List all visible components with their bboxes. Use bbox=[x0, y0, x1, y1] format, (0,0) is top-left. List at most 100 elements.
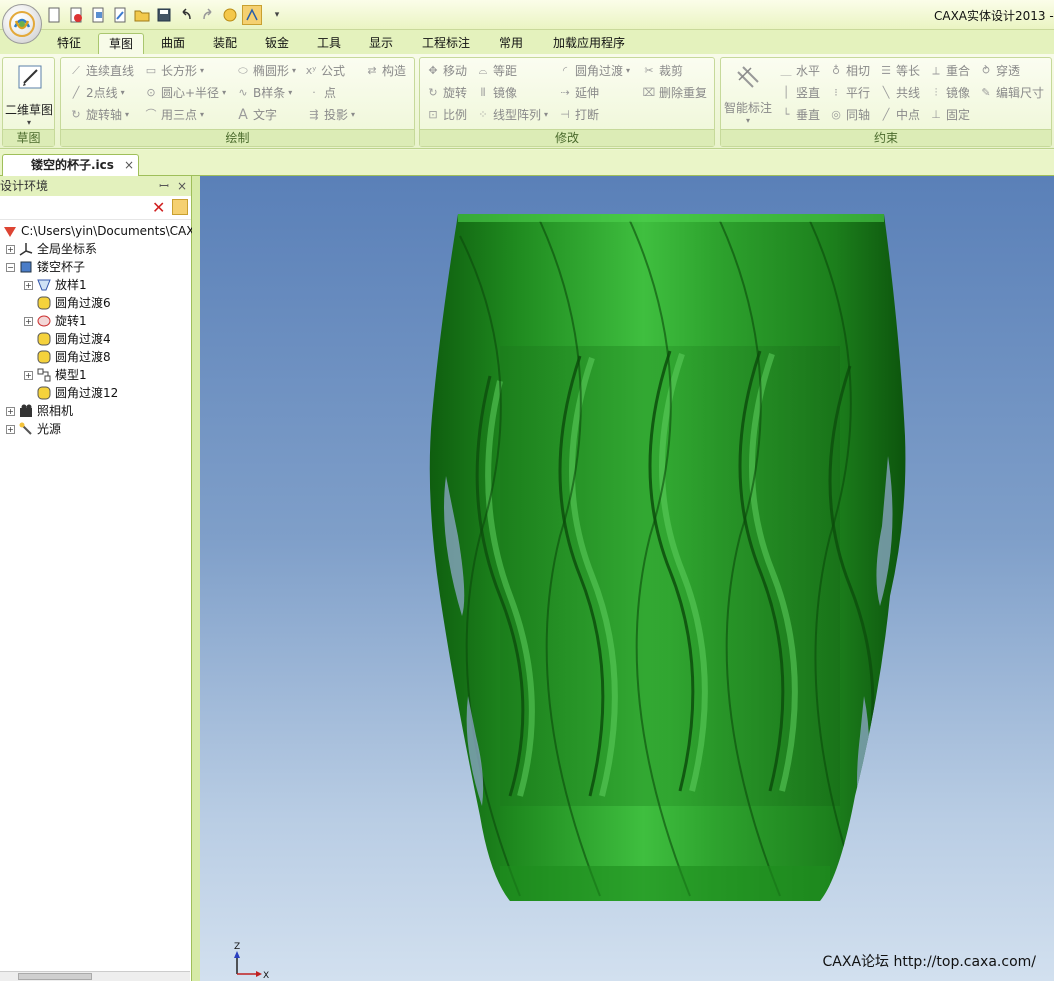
mirror-constraint-button[interactable]: ⫶ 镜像 bbox=[929, 83, 970, 103]
tab-display[interactable]: 显示 bbox=[360, 33, 402, 54]
scrollbar-thumb[interactable] bbox=[18, 973, 92, 980]
expand-icon[interactable]: + bbox=[6, 406, 15, 416]
new-drawing-icon[interactable] bbox=[88, 5, 108, 25]
expand-icon[interactable]: + bbox=[6, 244, 15, 254]
collinear-button[interactable]: ╲ 共线 bbox=[879, 83, 920, 103]
tab-common[interactable]: 常用 bbox=[490, 33, 532, 54]
regenerate-icon[interactable] bbox=[220, 5, 240, 25]
point-button[interactable]: · 点 bbox=[307, 83, 336, 103]
project-button[interactable]: ⇶ 投影 ▾ bbox=[307, 105, 355, 125]
close-panel-icon[interactable]: × bbox=[177, 179, 187, 193]
tree-item[interactable]: 圆角过渡6 bbox=[36, 294, 111, 312]
parallel-icon: ⁝ bbox=[834, 86, 838, 99]
tab-addins[interactable]: 加载应用程序 bbox=[544, 33, 634, 54]
concentric-button[interactable]: ◎ 同轴 bbox=[829, 105, 870, 125]
tree-item[interactable]: 圆角过渡8 bbox=[36, 348, 111, 366]
midpoint-button[interactable]: ╱ 中点 bbox=[879, 105, 920, 125]
expand-icon[interactable]: + bbox=[24, 316, 33, 326]
collapse-icon[interactable]: − bbox=[6, 262, 15, 272]
tree-item[interactable]: + 旋转1 bbox=[24, 312, 87, 330]
2d-sketch-button[interactable]: 二维草图 ▾ bbox=[3, 62, 55, 127]
tree-item[interactable]: + 放样1 bbox=[24, 276, 87, 294]
app-menu-button[interactable] bbox=[2, 4, 42, 44]
loft-icon bbox=[36, 277, 52, 293]
new-file-icon[interactable] bbox=[44, 5, 64, 25]
panel-horizontal-scrollbar[interactable] bbox=[0, 971, 190, 981]
offset-icon: ⌓ bbox=[478, 64, 488, 77]
formula-button[interactable]: xʸ 公式 bbox=[304, 61, 345, 81]
tab-sketch[interactable]: 草图 bbox=[98, 33, 144, 54]
rotate-button[interactable]: ↻ 旋转 bbox=[426, 83, 467, 103]
horizontal-constraint-button[interactable]: ＿ 水平 bbox=[779, 61, 821, 81]
pin-icon[interactable]: ꟷ bbox=[159, 179, 169, 193]
tree-item[interactable]: + 全局坐标系 bbox=[6, 240, 97, 258]
design-tree-icon[interactable] bbox=[242, 5, 262, 25]
bspline-icon: ∿ bbox=[238, 86, 248, 99]
redo-icon[interactable] bbox=[198, 5, 218, 25]
tab-tools[interactable]: 工具 bbox=[308, 33, 350, 54]
two-point-line-button[interactable]: ╱ 2点线 ▾ bbox=[69, 83, 125, 103]
tab-surface[interactable]: 曲面 bbox=[152, 33, 194, 54]
camera-icon bbox=[18, 403, 34, 419]
delete-duplicate-button[interactable]: ⌧ 删除重复 bbox=[642, 83, 707, 103]
pierce-button[interactable]: ⥁ 穿透 bbox=[979, 61, 1020, 81]
polyline-button[interactable]: ⟋ 连续直线 bbox=[69, 61, 134, 81]
tree-item[interactable]: 圆角过渡4 bbox=[36, 330, 111, 348]
three-point-arc-button[interactable]: ⌒ 用三点 ▾ bbox=[144, 105, 205, 125]
tree-item[interactable]: 圆角过渡12 bbox=[36, 384, 118, 402]
edit-dimension-button[interactable]: ✎ 编辑尺寸 bbox=[979, 83, 1044, 103]
construct-button[interactable]: ⇄ 构造 bbox=[365, 61, 406, 81]
expand-icon[interactable]: + bbox=[24, 370, 33, 380]
document-tab[interactable]: 镂空的杯子.ics × bbox=[2, 154, 139, 176]
equal-length-button[interactable]: ☰ 等长 bbox=[879, 61, 920, 81]
scale-button[interactable]: ⊡ 比例 bbox=[426, 105, 467, 125]
tree-item[interactable]: − 镂空杯子 bbox=[6, 258, 85, 276]
rotation-axis-button[interactable]: ↻ 旋转轴 ▾ bbox=[69, 105, 129, 125]
panel-title: 设计环境 bbox=[0, 179, 49, 193]
break-button[interactable]: ⊣ 打断 bbox=[558, 105, 599, 125]
linear-pattern-button[interactable]: ⁘ 线型阵列 ▾ bbox=[476, 105, 548, 125]
tab-feature[interactable]: 特征 bbox=[48, 33, 90, 54]
expand-icon[interactable]: + bbox=[6, 424, 15, 434]
offset-button[interactable]: ⌓ 等距 bbox=[476, 61, 517, 81]
undo-icon[interactable] bbox=[176, 5, 196, 25]
tree-item[interactable]: + 照相机 bbox=[6, 402, 73, 420]
ellipse-button[interactable]: ⬭ 椭圆形 ▾ bbox=[236, 61, 296, 81]
move-button[interactable]: ✥ 移动 bbox=[426, 61, 467, 81]
fix-button[interactable]: ⊥ 固定 bbox=[929, 105, 970, 125]
text-button[interactable]: A 文字 bbox=[236, 105, 277, 125]
tab-assembly[interactable]: 装配 bbox=[204, 33, 246, 54]
circle-center-radius-button[interactable]: ⊙ 圆心+半径 ▾ bbox=[144, 83, 226, 103]
mirror-button[interactable]: ⫴ 镜像 bbox=[476, 83, 517, 103]
fillet-button[interactable]: ◜ 圆角过渡 ▾ bbox=[558, 61, 630, 81]
customize-qat-icon[interactable]: ▾ bbox=[270, 5, 284, 25]
close-tab-icon[interactable]: × bbox=[124, 155, 134, 175]
trim-button[interactable]: ✂ 裁剪 bbox=[642, 61, 683, 81]
rectangle-button[interactable]: ▭ 长方形 ▾ bbox=[144, 61, 204, 81]
vertical-constraint-button[interactable]: │ 竖直 bbox=[779, 83, 820, 103]
tree-root[interactable]: C:\Users\yin\Documents\CAX bbox=[2, 222, 194, 240]
perpendicular-button[interactable]: └ 垂直 bbox=[779, 105, 820, 125]
bspline-button[interactable]: ∿ B样条 ▾ bbox=[236, 83, 292, 103]
tree-item[interactable]: + 模型1 bbox=[24, 366, 87, 384]
panel-splitter[interactable] bbox=[192, 176, 200, 981]
parallel-constraint-button[interactable]: ⁝ 平行 bbox=[829, 83, 870, 103]
tree-item[interactable]: + 光源 bbox=[6, 420, 61, 438]
delete-icon[interactable]: ✕ bbox=[152, 198, 165, 217]
tab-sheetmetal[interactable]: 钣金 bbox=[256, 33, 298, 54]
tab-annotation[interactable]: 工程标注 bbox=[412, 33, 480, 54]
new-design-icon[interactable] bbox=[66, 5, 86, 25]
tangent-constraint-button[interactable]: ♁ 相切 bbox=[829, 61, 870, 81]
3d-viewport[interactable]: Z X CAXA论坛 http://top.caxa.com/ bbox=[200, 176, 1054, 981]
rotation-axis-icon: ↻ bbox=[71, 108, 81, 121]
expand-icon[interactable]: + bbox=[24, 280, 33, 290]
group-label-constraint: 约束 bbox=[721, 129, 1051, 146]
extend-button[interactable]: ⇢ 延伸 bbox=[558, 83, 599, 103]
ribbon-tabs: 特征 草图 曲面 装配 钣金 工具 显示 工程标注 常用 加载应用程序 bbox=[0, 30, 1054, 54]
save-icon[interactable] bbox=[154, 5, 174, 25]
tree-view-icon[interactable] bbox=[172, 199, 188, 215]
new-sheet-icon[interactable] bbox=[110, 5, 130, 25]
smart-dimension-button[interactable]: 智能标注 ▾ bbox=[721, 62, 775, 126]
coincident-button[interactable]: ⟂ 重合 bbox=[929, 61, 970, 81]
open-folder-icon[interactable] bbox=[132, 5, 152, 25]
